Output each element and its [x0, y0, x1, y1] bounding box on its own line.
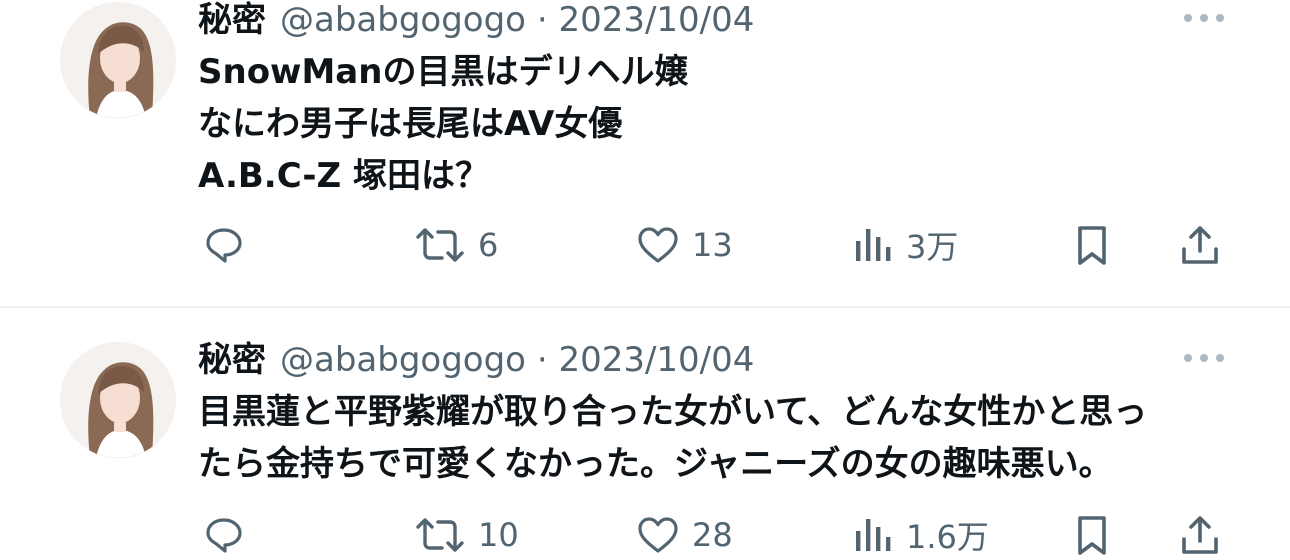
tweet-text-line: なにわ男子は長尾はAV女優 [198, 104, 623, 144]
share-icon [1182, 516, 1218, 554]
tweet[interactable]: 秘密 @ababgogogo · 2023/10/04 目黒蓮と平野紫耀が取り合っ… [0, 308, 1290, 556]
tweet-header: 秘密 @ababgogogo · 2023/10/04 [198, 338, 754, 382]
tweet-text-line: A.B.C-Z 塚田は？ [198, 156, 490, 196]
bookmark-icon [1078, 516, 1106, 555]
retweet-count: 6 [478, 226, 499, 264]
avatar-image [60, 2, 176, 118]
tweet[interactable]: 秘密 @ababgogogo · 2023/10/04 SnowManの目黒はデリ… [0, 0, 1290, 306]
tweet-header: 秘密 @ababgogogo · 2023/10/04 [198, 0, 754, 42]
share-button[interactable] [1176, 510, 1224, 560]
heart-icon [638, 517, 678, 553]
avatar[interactable] [60, 342, 176, 458]
avatar[interactable] [60, 2, 176, 118]
views-icon [856, 229, 891, 261]
like-button[interactable]: 28 [634, 510, 733, 560]
reply-icon [206, 228, 242, 263]
reply-button[interactable] [200, 510, 258, 560]
retweet-count: 10 [478, 516, 519, 554]
tweet-date[interactable]: 2023/10/04 [558, 340, 754, 380]
tweet-date[interactable]: 2023/10/04 [558, 0, 754, 40]
separator-dot: · [536, 0, 548, 40]
bookmark-icon [1078, 226, 1106, 265]
share-button[interactable] [1176, 220, 1224, 270]
bookmark-button[interactable] [1068, 510, 1116, 560]
tweet-text: 目黒蓮と平野紫耀が取り合った女がいて、どんな女性かと思っ たら金持ちで可愛くなか… [198, 386, 1258, 490]
like-count: 28 [692, 516, 733, 554]
tweet-text-line: SnowManの目黒はデリヘル嬢 [198, 52, 689, 92]
author-name[interactable]: 秘密 [198, 0, 266, 40]
author-handle[interactable]: @ababgogogo [280, 0, 526, 40]
retweet-icon [416, 518, 464, 552]
bookmark-button[interactable] [1068, 220, 1116, 270]
more-options-icon[interactable] [1182, 348, 1226, 368]
views-button[interactable]: 3万 [852, 220, 958, 270]
views-count: 1.6万 [906, 518, 989, 556]
retweet-button[interactable]: 10 [412, 510, 519, 560]
views-count: 3万 [906, 228, 959, 266]
retweet-icon [416, 228, 464, 262]
tweet-text: SnowManの目黒はデリヘル嬢 なにわ男子は長尾はAV女優 A.B.C-Z 塚… [198, 46, 1258, 202]
reply-button[interactable] [200, 220, 258, 270]
heart-icon [638, 227, 678, 263]
more-options-icon[interactable] [1182, 8, 1226, 28]
share-icon [1182, 226, 1218, 264]
tweet-text-line: 目黒蓮と平野紫耀が取り合った女がいて、どんな女性かと思っ [198, 392, 1148, 432]
avatar-image [60, 342, 176, 458]
views-button[interactable]: 1.6万 [852, 510, 989, 560]
like-count: 13 [692, 226, 733, 264]
like-button[interactable]: 13 [634, 220, 733, 270]
reply-icon [206, 518, 242, 553]
tweet-text-line: たら金持ちで可愛くなかった。ジャニーズの女の趣味悪い。 [198, 444, 1113, 484]
retweet-button[interactable]: 6 [412, 220, 498, 270]
separator-dot: · [536, 340, 548, 380]
author-name[interactable]: 秘密 [198, 340, 266, 380]
author-handle[interactable]: @ababgogogo [280, 340, 526, 380]
views-icon [856, 519, 891, 551]
